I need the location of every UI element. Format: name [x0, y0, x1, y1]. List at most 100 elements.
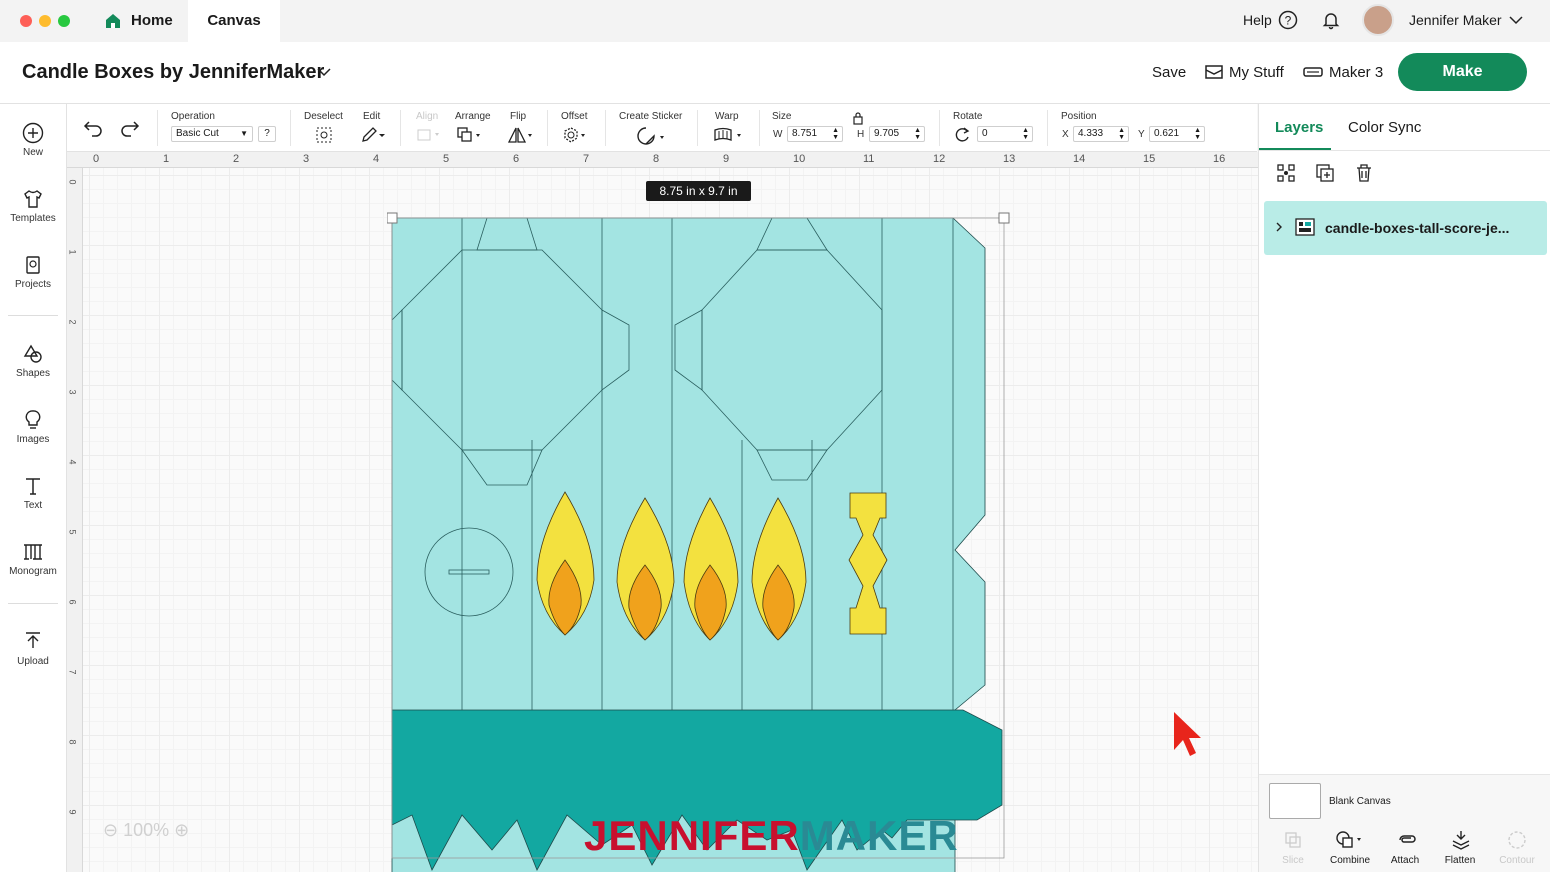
tab-home[interactable]: Home	[102, 0, 182, 42]
slice-button: Slice	[1282, 855, 1304, 866]
project-title[interactable]: Candle Boxes by JenniferMaker	[22, 61, 324, 84]
watermark-part-b: MAKER	[799, 812, 959, 859]
flatten-button[interactable]: Flatten	[1432, 855, 1488, 866]
layer-row[interactable]: candle-boxes-tall-score-je...	[1264, 201, 1547, 255]
x-input[interactable]: 4.333 ▲ ▼	[1073, 126, 1129, 142]
ruler-top-number: 3	[303, 153, 310, 165]
machine-selector[interactable]: Maker 3	[1329, 64, 1383, 81]
duplicate-icon[interactable]	[1314, 162, 1336, 184]
help-icon[interactable]: ?	[1278, 10, 1298, 30]
monogram-icon	[24, 544, 42, 560]
nav-upload[interactable]: Upload	[0, 631, 66, 667]
my-stuff-icon	[1205, 65, 1223, 79]
edit-pencil-icon[interactable]	[360, 126, 386, 144]
nav-monogram[interactable]: Monogram	[0, 541, 66, 577]
nav-templates-label: Templates	[10, 213, 56, 224]
ruler-top-number: 12	[933, 153, 946, 165]
contour-button: Contour	[1499, 855, 1535, 866]
toolbar-divider	[547, 110, 548, 146]
flip-icon[interactable]	[507, 126, 535, 144]
user-name[interactable]: Jennifer Maker	[1409, 12, 1502, 28]
redo-icon[interactable]	[119, 119, 141, 137]
attach-button[interactable]: Attach	[1377, 855, 1433, 866]
toolbar-divider	[400, 110, 401, 146]
nav-divider	[8, 315, 58, 316]
selection-handle[interactable]	[998, 212, 1010, 224]
make-button[interactable]: Make	[1398, 53, 1527, 91]
candle-box-design[interactable]	[387, 210, 1012, 872]
warp-icon[interactable]	[713, 126, 745, 144]
bell-icon[interactable]	[1321, 10, 1341, 30]
undo-icon[interactable]	[82, 119, 104, 137]
text-t-icon	[26, 478, 40, 495]
lock-icon[interactable]	[852, 111, 864, 125]
minimize-window-button[interactable]	[39, 15, 51, 27]
ruler-top-number: 7	[583, 153, 590, 165]
shapes-icon	[23, 344, 42, 363]
mouse-cursor-icon	[1174, 712, 1201, 756]
arrange-icon[interactable]	[456, 126, 484, 144]
offset-icon[interactable]	[562, 126, 590, 144]
sticker-icon[interactable]	[636, 126, 668, 146]
flatten-icon[interactable]	[1450, 829, 1472, 851]
toolbar-divider	[1047, 110, 1048, 146]
width-input[interactable]: 8.751 ▲ ▼	[787, 126, 843, 142]
help-link[interactable]: Help	[1243, 12, 1272, 28]
nav-templates[interactable]: Templates	[0, 188, 66, 224]
tab-canvas[interactable]: Canvas	[188, 0, 280, 42]
selection-handle[interactable]	[387, 212, 398, 224]
operation-select[interactable]: Basic Cut ▼	[171, 126, 253, 142]
operation-help-label: ?	[264, 128, 270, 139]
maximize-window-button[interactable]	[58, 15, 70, 27]
attach-icon[interactable]	[1396, 830, 1418, 850]
ruler-left-number: 3	[67, 389, 78, 395]
group-icon[interactable]	[1275, 162, 1297, 184]
design-canvas[interactable]: 0 1 2 3 4 5 6 7 8 9 10 11 12 13 14 15 16 0123456789	[67, 152, 1258, 872]
combine-button[interactable]: Combine	[1322, 855, 1378, 866]
close-window-button[interactable]	[20, 15, 32, 27]
rotate-input[interactable]: 0 ▲ ▼	[977, 126, 1033, 142]
zoom-out-icon[interactable]: ⊖	[103, 820, 118, 840]
projects-icon	[26, 256, 40, 274]
my-stuff-button[interactable]: My Stuff	[1229, 64, 1284, 81]
arrange-label: Arrange	[455, 111, 491, 122]
operation-help-button[interactable]: ?	[258, 126, 276, 142]
avatar[interactable]	[1362, 4, 1394, 36]
deselect-label: Deselect	[304, 111, 343, 122]
nav-projects[interactable]: Projects	[0, 254, 66, 290]
candle-wick-shape[interactable]	[848, 492, 888, 635]
zoom-in-icon[interactable]: ⊕	[174, 820, 189, 840]
height-input[interactable]: 9.705 ▲ ▼	[869, 126, 925, 142]
shirt-icon	[24, 190, 42, 208]
deselect-icon[interactable]	[315, 126, 333, 144]
ruler-top-number: 4	[373, 153, 380, 165]
combine-icon[interactable]	[1335, 830, 1365, 850]
nav-new[interactable]: New	[0, 122, 66, 158]
ruler-left-number: 2	[67, 319, 78, 325]
nav-monogram-label: Monogram	[9, 566, 57, 577]
operation-value: Basic Cut	[176, 128, 219, 139]
ruler-top-number: 2	[233, 153, 240, 165]
ruler-top-number: 6	[513, 153, 520, 165]
project-menu-chevron-icon[interactable]	[316, 66, 332, 78]
slice-icon	[1285, 832, 1301, 848]
tab-color-sync[interactable]: Color Sync	[1348, 119, 1421, 136]
panel-divider	[1259, 150, 1550, 151]
tab-layers[interactable]: Layers	[1275, 119, 1323, 136]
nav-images[interactable]: Images	[0, 409, 66, 445]
project-header: Candle Boxes by JenniferMaker Save My St…	[0, 42, 1550, 104]
save-button[interactable]: Save	[1152, 64, 1186, 81]
nav-shapes[interactable]: Shapes	[0, 343, 66, 379]
ruler-top-number: 1	[163, 153, 170, 165]
nav-text[interactable]: Text	[0, 475, 66, 511]
zoom-control[interactable]: ⊖ 100% ⊕	[103, 820, 189, 841]
height-value: 9.705	[874, 128, 900, 139]
chevron-down-icon[interactable]	[1508, 14, 1524, 26]
trash-icon[interactable]	[1353, 162, 1375, 184]
nav-upload-label: Upload	[17, 656, 49, 667]
blank-canvas-swatch[interactable]	[1269, 783, 1321, 819]
edit-toolbar: Operation Basic Cut ▼ ? Deselect Edit Ali…	[67, 104, 1257, 152]
x-label: X	[1062, 129, 1069, 140]
y-input[interactable]: 0.621 ▲ ▼	[1149, 126, 1205, 142]
chevron-right-icon[interactable]	[1274, 221, 1284, 233]
